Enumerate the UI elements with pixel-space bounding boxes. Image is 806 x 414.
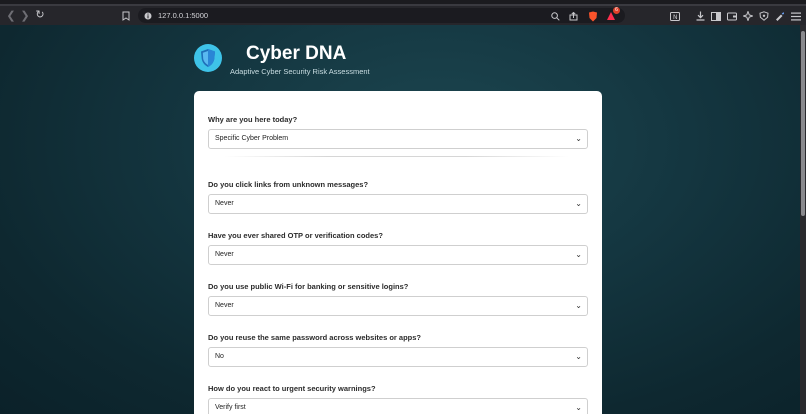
question-label: How do you react to urgent security warn… [208, 384, 376, 393]
page-scrollbar[interactable] [800, 25, 806, 414]
question-public-wifi: Do you use public Wi-Fi for banking or s… [208, 282, 588, 316]
reload-icon[interactable]: ↻ [33, 8, 47, 22]
chevron-down-icon: ⌄ [575, 250, 582, 259]
unknown-links-select[interactable]: Never ⌄ [208, 194, 588, 214]
select-value: Never [215, 200, 234, 207]
rewards-icon[interactable]: 6 [604, 7, 620, 23]
back-icon[interactable]: ❮ [4, 9, 18, 23]
public-wifi-select[interactable]: Never ⌄ [208, 296, 588, 316]
page-title: Cyber DNA [246, 43, 347, 64]
question-label: Do you click links from unknown messages… [208, 180, 369, 189]
sidebar-icon[interactable] [709, 9, 723, 23]
chevron-down-icon: ⌄ [575, 199, 582, 208]
question-password-reuse: Do you reuse the same password across we… [208, 333, 588, 367]
brave-shield-icon[interactable] [586, 9, 600, 23]
wallet-icon[interactable] [725, 9, 739, 23]
question-label: Why are you here today? [208, 115, 298, 124]
question-purpose: Why are you here today? Specific Cyber P… [208, 115, 588, 149]
browser-toolbar: ❮ ❯ ↻ 127.0.0.1:5000 6 N [0, 6, 806, 25]
select-value: Never [215, 251, 234, 258]
password-reuse-select[interactable]: No ⌄ [208, 347, 588, 367]
extensions-icon[interactable] [773, 9, 787, 23]
question-unknown-links: Do you click links from unknown messages… [208, 180, 588, 214]
tab-search-icon[interactable]: N [668, 9, 682, 23]
question-label: Have you ever shared OTP or verification… [208, 231, 383, 240]
chevron-down-icon: ⌄ [575, 352, 582, 361]
question-shared-otp: Have you ever shared OTP or verification… [208, 231, 588, 265]
select-value: Specific Cyber Problem [215, 135, 289, 142]
shared-otp-select[interactable]: Never ⌄ [208, 245, 588, 265]
select-value: No [215, 353, 224, 360]
address-bar[interactable]: 127.0.0.1:5000 [138, 8, 625, 23]
select-value: Never [215, 302, 234, 309]
download-icon[interactable] [693, 9, 707, 23]
vpn-icon[interactable] [757, 9, 771, 23]
chevron-down-icon: ⌄ [575, 134, 582, 143]
shield-logo-icon [201, 49, 215, 67]
question-security-warnings: How do you react to urgent security warn… [208, 384, 588, 414]
menu-icon[interactable] [789, 9, 803, 23]
page-subtitle: Adaptive Cyber Security Risk Assessment [230, 67, 370, 76]
select-value: Verify first [215, 404, 246, 411]
forward-icon[interactable]: ❯ [18, 9, 32, 23]
cyber-dna-logo [194, 44, 222, 72]
chevron-down-icon: ⌄ [575, 301, 582, 310]
share-icon[interactable] [566, 9, 580, 23]
question-label: Do you reuse the same password across we… [208, 333, 421, 342]
url-text[interactable]: 127.0.0.1:5000 [158, 11, 208, 20]
section-divider [224, 156, 569, 157]
rewards-badge: 6 [613, 7, 620, 14]
security-warnings-select[interactable]: Verify first ⌄ [208, 398, 588, 414]
site-info-icon[interactable] [141, 9, 155, 23]
purpose-select[interactable]: Specific Cyber Problem ⌄ [208, 129, 588, 149]
svg-text:N: N [673, 14, 678, 21]
assessment-form-card: Why are you here today? Specific Cyber P… [194, 91, 602, 414]
zoom-icon[interactable] [548, 9, 562, 23]
bookmark-icon[interactable] [119, 9, 133, 23]
question-label: Do you use public Wi-Fi for banking or s… [208, 282, 409, 291]
scrollbar-thumb[interactable] [801, 31, 805, 216]
chevron-down-icon: ⌄ [575, 403, 582, 412]
leo-icon[interactable] [741, 9, 755, 23]
